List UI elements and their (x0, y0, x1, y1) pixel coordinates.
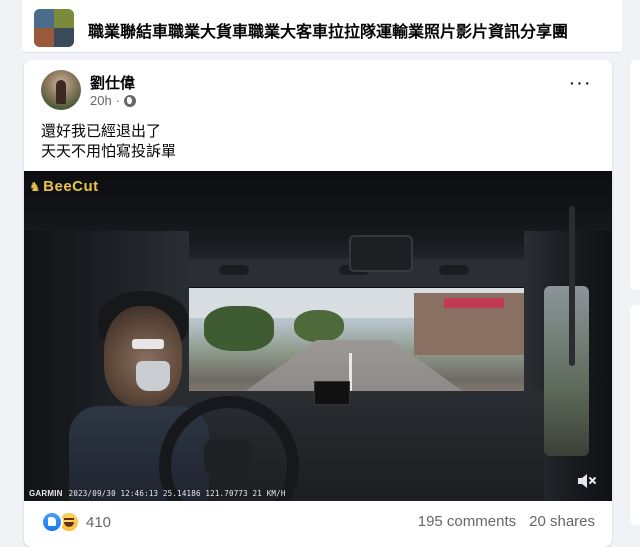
beecut-watermark: ♞ BeeCut (29, 178, 99, 195)
dashcam-overlay: GARMIN 2023/09/30 12:46:13 25.14186 121.7… (29, 489, 286, 498)
driver-glasses (132, 339, 164, 349)
like-icon (41, 511, 63, 533)
meta-separator: · (115, 93, 121, 108)
engagement-stats: 195 comments 20 shares (418, 513, 595, 530)
group-name[interactable]: 職業聯結車職業大貨車職業大客車拉拉隊運輸業照片影片資訊分享團 (88, 18, 568, 42)
dashcam-stamp: 2023/09/30 12:46:13 25.14186 121.70773 2… (68, 489, 286, 498)
comments-count-link[interactable]: 195 comments (418, 513, 516, 530)
steering-hub (204, 439, 252, 475)
adjacent-card (630, 305, 640, 525)
group-thumbnail[interactable] (34, 9, 74, 47)
gps-screen (314, 381, 350, 405)
video-player[interactable]: ♞ BeeCut GARMIN 2023/09/30 12:46:13 25.141… (24, 171, 612, 501)
speaker-muted-icon[interactable] (576, 471, 598, 491)
reaction-summary[interactable]: 410 (41, 511, 111, 533)
post-text-line: 天天不用怕寫投訴單 (41, 143, 177, 160)
globe-icon (124, 94, 137, 107)
avatar[interactable] (41, 70, 81, 110)
post-text-line: 還好我已經退出了 (41, 123, 162, 140)
side-window (544, 286, 589, 456)
more-options-button[interactable]: ··· (566, 73, 594, 96)
post-card: 劉仕偉 20h · ··· 還好我已經退出了 天天不用怕寫投訴單 ♞ BeeCu… (24, 60, 612, 547)
grab-handle (569, 206, 575, 366)
bee-logo-icon: ♞ (29, 179, 42, 194)
rearview-mirror (349, 235, 413, 272)
driver-mask (136, 361, 170, 391)
reaction-count: 410 (86, 513, 112, 531)
post-author[interactable]: 劉仕偉 (90, 72, 135, 93)
shares-count-link[interactable]: 20 shares (529, 513, 595, 530)
watermark-text: BeeCut (43, 178, 99, 195)
adjacent-card (630, 60, 640, 290)
post-time[interactable]: 20h (90, 93, 112, 108)
post-text: 還好我已經退出了 天天不用怕寫投訴單 (41, 122, 176, 162)
windshield-view (189, 288, 524, 403)
group-header: 職業聯結車職業大貨車職業大客車拉拉隊運輸業照片影片資訊分享團 (22, 0, 622, 53)
dashcam-brand: GARMIN (29, 489, 63, 498)
post-meta: 20h · (90, 93, 137, 108)
driver-head (104, 306, 182, 406)
